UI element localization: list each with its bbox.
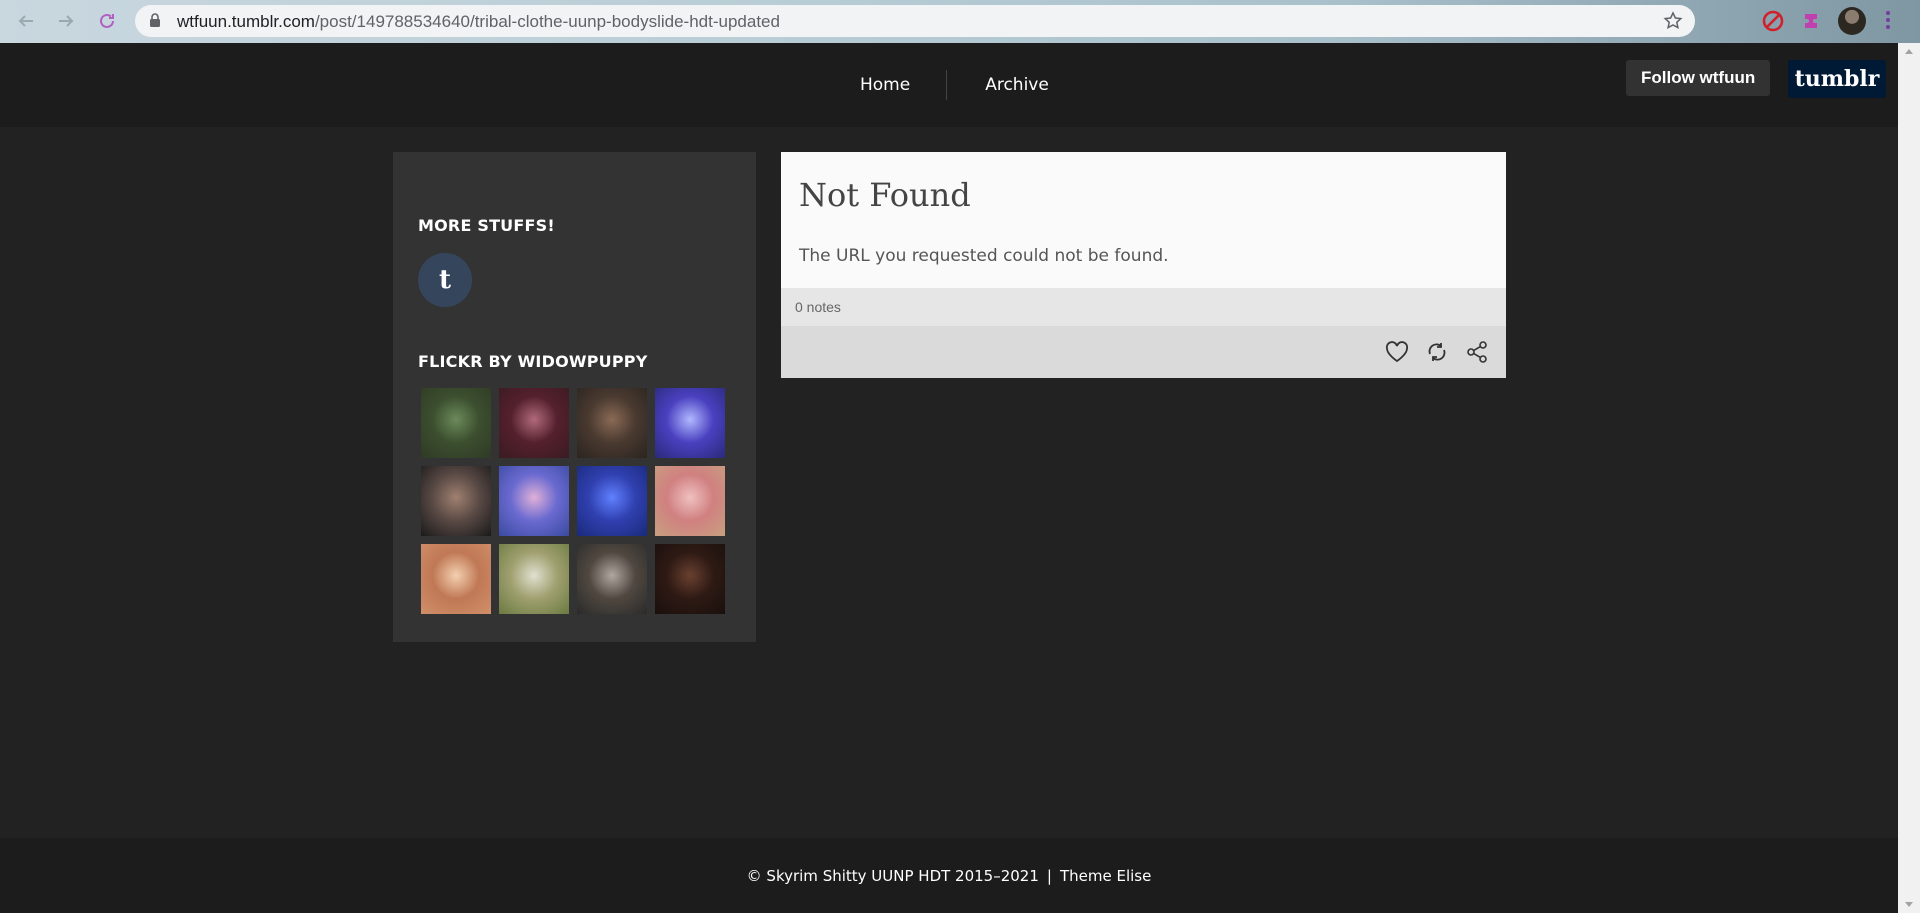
footer-theme-link[interactable]: Theme Elise [1060, 867, 1151, 885]
reload-icon[interactable] [93, 7, 121, 35]
back-icon[interactable] [12, 7, 40, 35]
lock-icon [149, 13, 161, 33]
share-icon[interactable] [1464, 339, 1490, 365]
flickr-thumbnail[interactable] [499, 388, 569, 458]
profile-avatar[interactable] [1838, 7, 1866, 35]
flickr-thumbnail[interactable] [655, 466, 725, 536]
like-heart-icon[interactable] [1384, 339, 1410, 365]
flickr-thumbnail[interactable] [577, 466, 647, 536]
follow-button[interactable]: Follow wtfuun [1626, 60, 1771, 96]
sidebar: MORE STUFFS! t FLICKR BY WIDOWPUPPY [393, 152, 756, 642]
footer-copyright: © Skyrim Shitty UUNP HDT 2015–2021 [746, 866, 1039, 885]
tumblr-social-icon[interactable]: t [418, 253, 472, 307]
notes-count[interactable]: 0 notes [795, 299, 841, 315]
scroll-down-arrow-icon[interactable] [1905, 902, 1913, 907]
flickr-thumbnail[interactable] [655, 544, 725, 614]
extensions-icon[interactable] [1799, 8, 1825, 34]
more-stuffs-heading: MORE STUFFS! [418, 216, 555, 235]
scroll-up-arrow-icon[interactable] [1905, 49, 1913, 54]
post-actions [781, 326, 1506, 378]
flickr-photo-grid [421, 388, 733, 614]
site-footer: © Skyrim Shitty UUNP HDT 2015–2021 | The… [0, 838, 1898, 913]
flickr-thumbnail[interactable] [655, 388, 725, 458]
flickr-heading: FLICKR BY WIDOWPUPPY [418, 352, 648, 371]
post: Not Found The URL you requested could no… [781, 152, 1506, 378]
post-notes: 0 notes [781, 288, 1506, 326]
address-bar[interactable]: wtfuun.tumblr.com/post/149788534640/trib… [135, 5, 1695, 37]
site-header: Home Archive Follow wtfuun tumblr [0, 43, 1898, 127]
flickr-thumbnail[interactable] [421, 544, 491, 614]
page-scrollbar[interactable] [1898, 43, 1920, 913]
footer-separator: | [1046, 866, 1052, 885]
url-text: wtfuun.tumblr.com/post/149788534640/trib… [177, 12, 780, 31]
post-title: Not Found [799, 176, 971, 214]
flickr-thumbnail[interactable] [421, 466, 491, 536]
post-body: Not Found The URL you requested could no… [781, 152, 1506, 288]
tumblr-logo[interactable]: tumblr [1788, 60, 1886, 98]
flickr-thumbnail[interactable] [499, 544, 569, 614]
reblog-icon[interactable] [1424, 339, 1450, 365]
flickr-thumbnail[interactable] [499, 466, 569, 536]
main-nav: Home Archive [838, 43, 1087, 127]
post-text: The URL you requested could not be found… [799, 246, 1169, 266]
browser-toolbar: wtfuun.tumblr.com/post/149788534640/trib… [0, 0, 1920, 43]
flickr-thumbnail[interactable] [577, 544, 647, 614]
flickr-thumbnail[interactable] [421, 388, 491, 458]
flickr-thumbnail[interactable] [577, 388, 647, 458]
nav-home-link[interactable]: Home [838, 75, 946, 95]
nav-archive-link[interactable]: Archive [947, 75, 1087, 95]
forward-icon[interactable] [52, 7, 80, 35]
adblock-icon[interactable] [1760, 8, 1786, 34]
bookmark-star-icon[interactable] [1663, 11, 1683, 36]
menu-dots-icon[interactable] [1885, 10, 1891, 35]
